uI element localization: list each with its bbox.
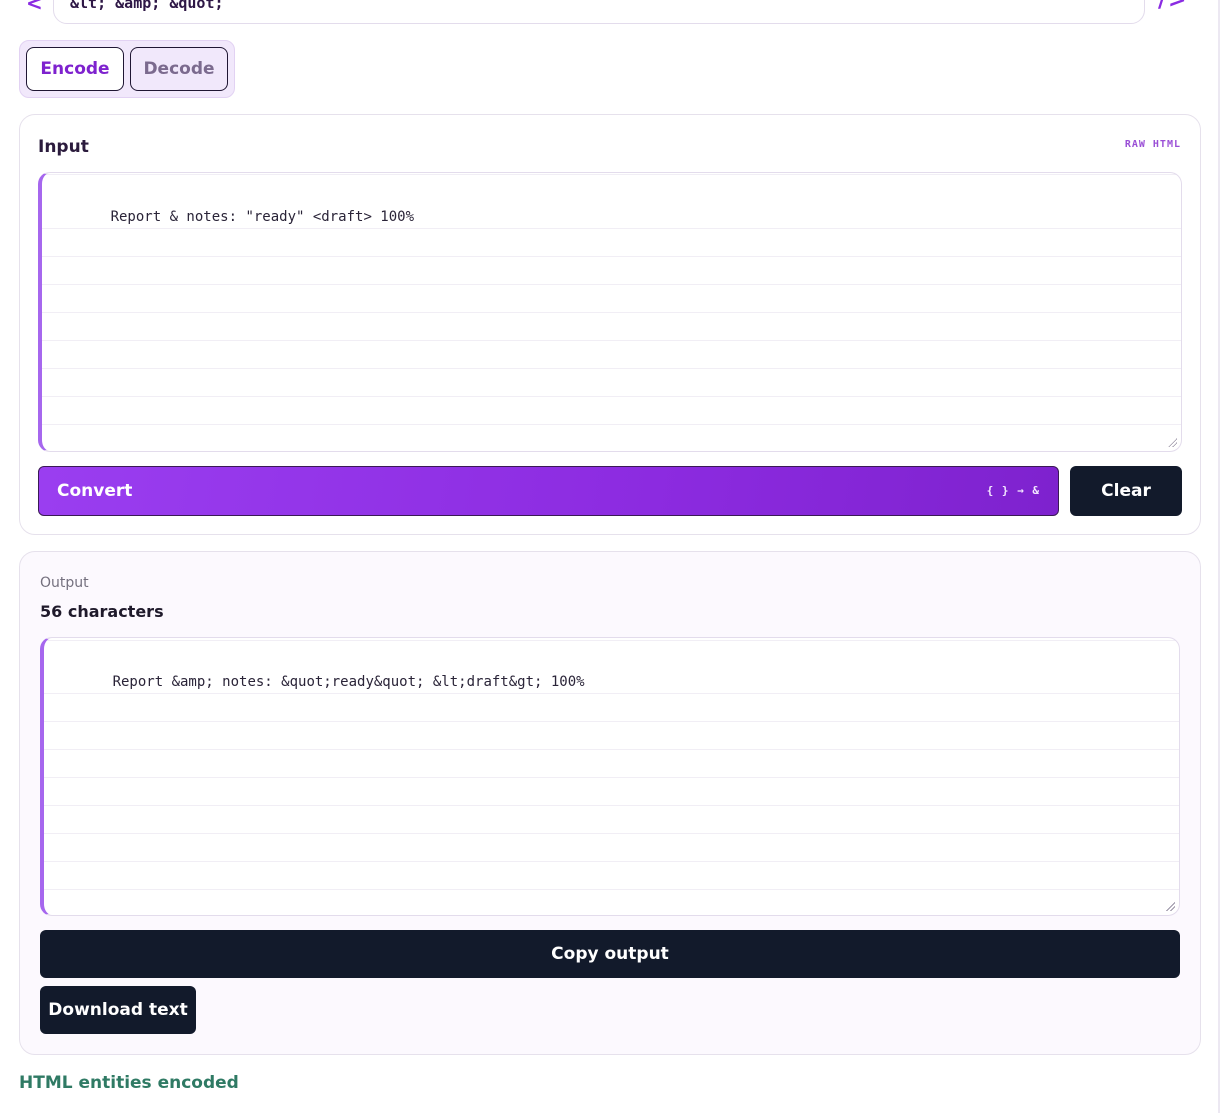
resize-handle-icon[interactable] <box>1167 437 1177 447</box>
mode-toggle: Encode Decode <box>19 40 235 98</box>
left-angle-icon: < <box>26 0 43 15</box>
closing-tag-icon: /> <box>1158 0 1189 13</box>
page: < &lt; &amp; &quot; /> Encode Decode Inp… <box>0 0 1220 1113</box>
download-text-button[interactable]: Download text <box>40 986 196 1034</box>
output-label: Output <box>40 575 89 591</box>
status-message: HTML entities encoded <box>19 1073 239 1093</box>
convert-label: Convert <box>57 481 133 501</box>
output-card: Output 56 characters Report &amp; notes:… <box>19 551 1201 1055</box>
convert-button[interactable]: Convert { } → & <box>38 466 1059 516</box>
entity-banner: &lt; &amp; &quot; <box>53 0 1145 24</box>
decode-button[interactable]: Decode <box>130 47 228 91</box>
convert-hint: { } → & <box>986 484 1040 497</box>
copy-output-button[interactable]: Copy output <box>40 930 1180 978</box>
input-title: Input <box>38 137 89 157</box>
input-text: Report & notes: "ready" <draft> 100% <box>110 209 415 225</box>
banner-text: &lt; &amp; &quot; <box>70 0 224 12</box>
output-text: Report &amp; notes: &quot;ready&quot; &l… <box>112 674 585 690</box>
output-character-count: 56 characters <box>40 602 164 621</box>
clear-button[interactable]: Clear <box>1070 466 1182 516</box>
resize-handle-icon[interactable] <box>1165 901 1175 911</box>
raw-html-badge: RAW HTML <box>1124 139 1181 150</box>
output-textarea[interactable]: Report &amp; notes: &quot;ready&quot; &l… <box>40 637 1180 916</box>
input-card: Input RAW HTML Report & notes: "ready" <… <box>19 114 1201 535</box>
input-textarea[interactable]: Report & notes: "ready" <draft> 100% <box>38 172 1182 452</box>
encode-button[interactable]: Encode <box>26 47 124 91</box>
